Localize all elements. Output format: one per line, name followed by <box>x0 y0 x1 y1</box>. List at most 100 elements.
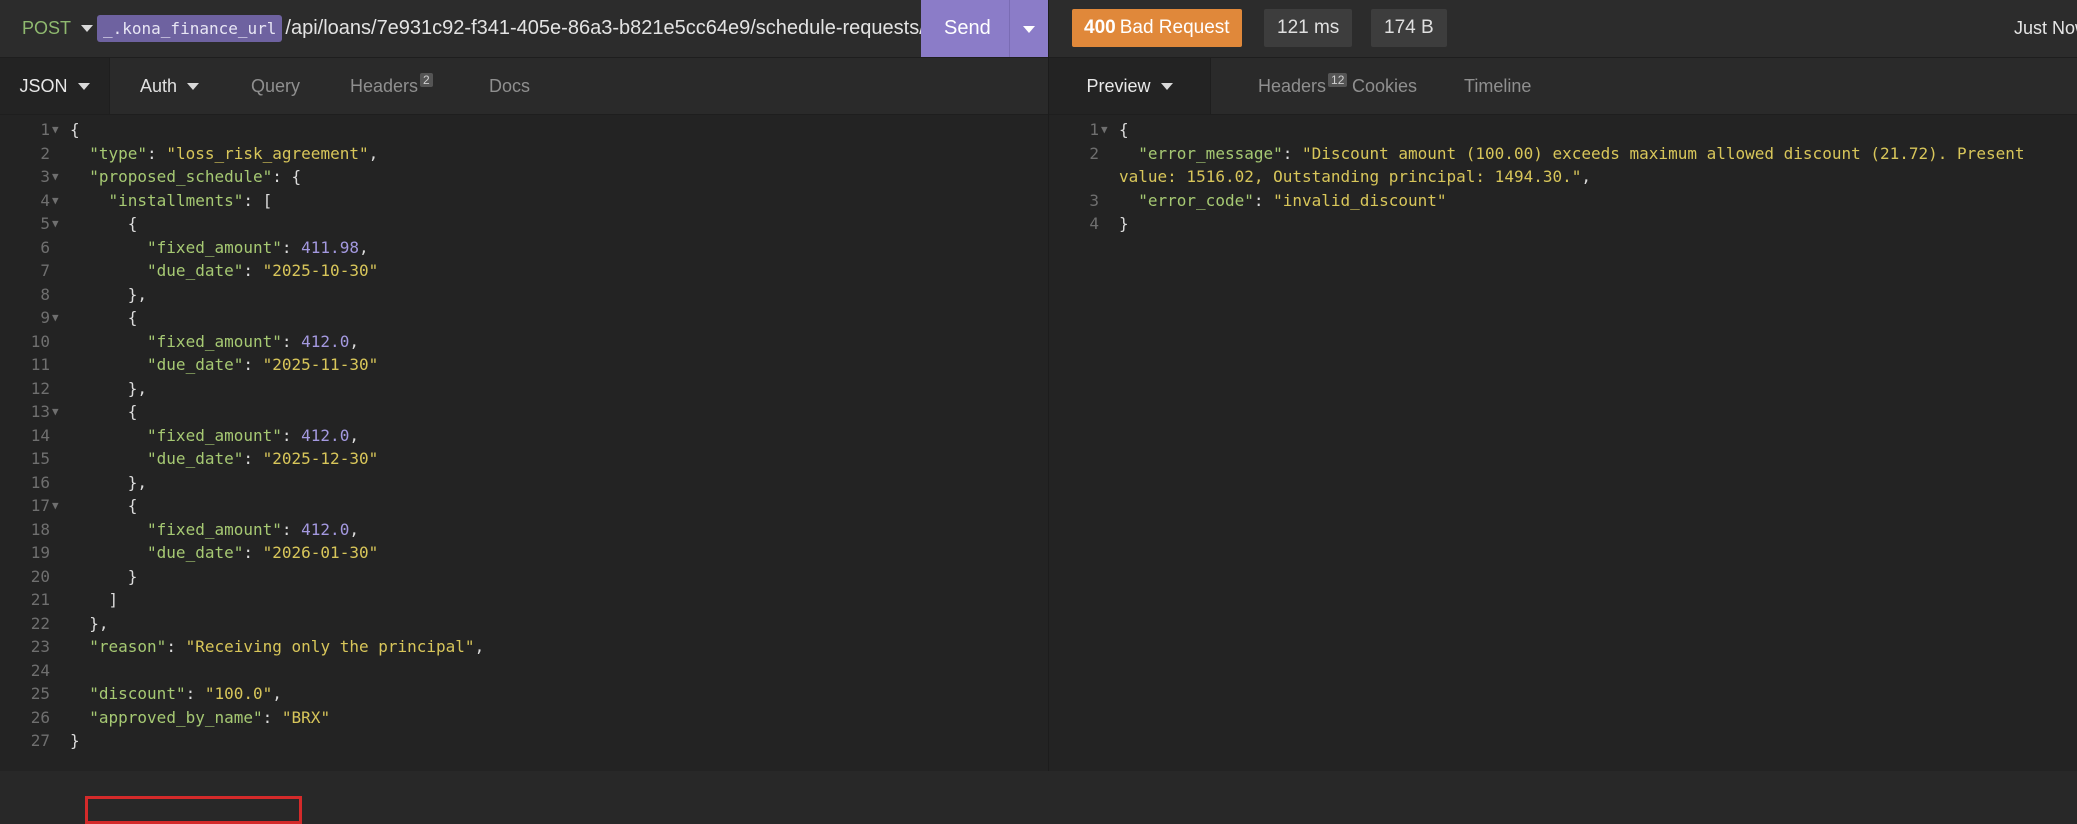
code-line: 8}, <box>0 283 1048 307</box>
code-token: : <box>1282 143 1303 163</box>
tab-cookies[interactable]: Cookies <box>1352 58 1417 114</box>
headers-count-badge: 2 <box>420 73 433 87</box>
code-text: "fixed_amount": 412.0, <box>147 518 359 542</box>
code-token: "2025-12-30" <box>262 449 379 468</box>
status-code: 400 <box>1084 17 1116 38</box>
code-token: "type" <box>89 143 148 163</box>
code-token: { <box>127 214 138 233</box>
env-variable-tag[interactable]: _.kona_finance_url <box>97 15 283 42</box>
chevron-down-icon <box>187 82 200 90</box>
code-line: 7 "due_date": "2025-10-30" <box>0 259 1048 283</box>
code-text: "discount": "100.0", <box>89 682 282 706</box>
code-token: , <box>368 143 379 163</box>
tab-docs[interactable]: Docs <box>489 58 530 114</box>
line-number: 11 <box>30 355 50 374</box>
code-line: 18 "fixed_amount": 412.0, <box>0 518 1048 542</box>
code-line: 1 ▼ { <box>1049 118 2077 142</box>
tab-auth[interactable]: Auth <box>140 58 200 114</box>
code-token: : <box>166 637 186 656</box>
code-text: }, <box>89 612 108 636</box>
tab-body-label: JSON <box>19 75 68 96</box>
line-number: 4 <box>40 190 50 210</box>
send-options-chevron-icon[interactable] <box>1023 26 1035 33</box>
fold-toggle-icon[interactable]: ▼ <box>1101 118 1108 142</box>
code-text: }, <box>128 283 147 307</box>
code-line: 14 "fixed_amount": 412.0, <box>0 424 1048 448</box>
line-number: 2 <box>40 143 50 163</box>
code-line: 3 "error_code": "invalid_discount" <box>1049 189 2077 213</box>
fold-toggle-icon[interactable]: ▼ <box>52 165 59 189</box>
code-text: "due_date": "2025-12-30" <box>147 447 378 471</box>
url-input[interactable]: _.kona_finance_url /api/loans/7e931c92-f… <box>97 0 925 57</box>
code-token: : <box>185 684 205 703</box>
code-text: "reason": "Receiving only the principal"… <box>89 635 484 659</box>
fold-toggle-icon[interactable]: ▼ <box>52 189 59 213</box>
response-headers-count-badge: 12 <box>1328 73 1348 87</box>
chevron-down-icon <box>77 82 90 90</box>
line-number: 22 <box>30 613 50 633</box>
code-text: "due_date": "2025-10-30" <box>147 259 378 283</box>
line-number: 9 <box>40 308 50 327</box>
code-text: "due_date": "2025-11-30" <box>147 353 378 377</box>
fold-toggle-icon[interactable]: ▼ <box>52 306 59 330</box>
tab-headers[interactable]: Headers 2 <box>350 58 433 114</box>
tab-timeline-label: Timeline <box>1464 75 1532 96</box>
tab-cookies-label: Cookies <box>1352 75 1418 96</box>
fold-toggle-icon[interactable]: ▼ <box>52 118 59 142</box>
code-token: "fixed_amount" <box>147 425 282 445</box>
line-number: 25 <box>30 684 50 703</box>
request-body-editor[interactable]: 1 ▼{2 "type": "loss_risk_agreement", 3 ▼ "pro… <box>0 115 1048 824</box>
code-text: "fixed_amount": 412.0, <box>147 330 359 354</box>
code-text: { <box>1119 118 1129 142</box>
fold-toggle-icon[interactable]: ▼ <box>52 212 59 236</box>
code-token: { <box>70 120 80 139</box>
code-text: { <box>128 494 138 518</box>
tab-response-headers[interactable]: Headers 12 <box>1210 58 1348 114</box>
code-token: , <box>474 637 485 656</box>
fold-toggle-icon[interactable]: ▼ <box>52 494 59 518</box>
code-token: { <box>127 308 138 327</box>
tab-preview[interactable]: Preview <box>1049 58 1211 114</box>
code-line: 1 ▼ { <box>0 118 1048 142</box>
code-token: , <box>349 331 359 351</box>
code-token: "discount" <box>89 684 186 703</box>
code-token: "Discount amount (100.00) exceeds maximu… <box>1302 143 2025 163</box>
tab-docs-label: Docs <box>489 75 531 96</box>
code-text: } <box>70 729 80 753</box>
tab-query[interactable]: Query <box>251 58 300 114</box>
tab-query-label: Query <box>251 75 301 96</box>
tab-body-json[interactable]: JSON <box>0 58 110 114</box>
line-number: 6 <box>40 237 50 257</box>
code-token: : { <box>272 167 302 186</box>
code-text: "fixed_amount": 411.98, <box>147 236 369 260</box>
line-number: 3 <box>40 167 50 186</box>
code-token: "due_date" <box>147 355 244 374</box>
response-history-timestamp[interactable]: Just Now <box>2014 0 2077 57</box>
line-number: 27 <box>30 731 50 750</box>
method-label: POST <box>22 18 72 38</box>
line-number: 24 <box>30 660 50 680</box>
code-token: "due_date" <box>147 261 244 280</box>
code-text: } <box>128 565 138 589</box>
code-line: 19 "due_date": "2026-01-30" <box>0 541 1048 565</box>
code-token: "2025-11-30" <box>262 355 379 374</box>
code-text: "proposed_schedule": { <box>89 165 301 189</box>
code-token: , <box>272 684 282 703</box>
code-text: } <box>1119 212 1129 236</box>
code-text: "type": "loss_risk_agreement", <box>89 142 378 166</box>
chevron-down-icon <box>81 25 94 32</box>
response-preview: 1 ▼ {2 "error_message": "Discount amount (1… <box>1049 115 2077 771</box>
send-button[interactable]: Send <box>921 0 1048 57</box>
line-number: 4 <box>1089 214 1099 233</box>
fold-toggle-icon[interactable]: ▼ <box>52 400 59 424</box>
method-select[interactable]: POST <box>22 0 94 57</box>
tab-timeline[interactable]: Timeline <box>1464 58 1531 114</box>
line-number: 10 <box>30 331 50 351</box>
line-number: 2 <box>1089 143 1099 163</box>
line-number: 1 <box>40 120 50 139</box>
url-path: /api/loans/7e931c92-f341-405e-86a3-b821e… <box>285 17 925 39</box>
line-number: 21 <box>30 590 50 609</box>
code-token: { <box>1119 120 1129 139</box>
code-line: 21] <box>0 588 1048 612</box>
code-token: "2026-01-30" <box>262 543 379 562</box>
